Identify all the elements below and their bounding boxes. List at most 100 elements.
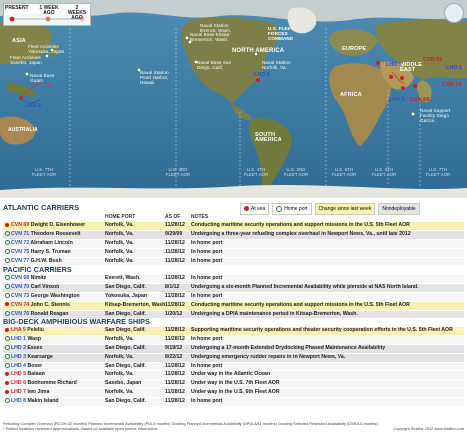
ship-row: LHD 5 Bataan Norfolk, Va. 11/28/12 Under wa… — [3, 371, 464, 381]
ship-cell: LHD 1 Wasp — [11, 336, 101, 344]
ship-cell: CVN 71 Theodore Roosevelt — [11, 231, 101, 239]
as-of-cell: 9/29/09 — [165, 230, 183, 237]
label-4th-fleet: U.S. 4TH FLEET AOR — [243, 167, 269, 177]
notes-cell: Under way in the Atlantic Ocean — [191, 371, 271, 378]
ship-name: Wasp — [27, 335, 42, 342]
label-7th-fleet-east: U.S. 7TH FLEET AOR — [425, 167, 451, 177]
hull-number: LHD 4 — [11, 362, 26, 369]
as-of-cell: 11/28/12 — [165, 380, 185, 387]
notes-cell: In home port — [191, 292, 223, 299]
timeline-present: PRESENT — [5, 5, 29, 11]
as-of-cell: 11/28/12 — [165, 248, 185, 255]
ship-label-lhd1: LHD 1 — [446, 65, 462, 71]
as-of-cell: 9/19/12 — [165, 344, 183, 351]
as-of-cell: 11/28/12 — [165, 239, 185, 246]
as-of-cell: 11/28/12 — [165, 327, 185, 333]
ship-name: Bonhomme Richard — [27, 380, 77, 387]
home-port-cell: San Diego, Calif. — [105, 327, 146, 333]
home-port-cell: Sasebo, Japan — [105, 380, 142, 387]
home-port-cell: San Diego, Calif. — [105, 398, 146, 405]
ship-cell: CVN 70 Carl Vinson — [11, 284, 101, 292]
ship-cell: CVN 68 Nimitz — [11, 275, 101, 283]
notes-cell: In home port — [191, 398, 223, 405]
as-of-cell: 11/28/12 — [165, 301, 185, 308]
as-of-cell: 11/28/12 — [165, 371, 185, 378]
ship-name: John C. Stennis — [30, 301, 70, 308]
ship-row: CVN 69 Dwight D. Eisenhower Norfolk, Va. 1… — [3, 222, 464, 231]
hull-number: LHD 8 — [11, 398, 26, 405]
ship-row: CVN 75 Harry S. Truman Norfolk, Va. 11/28/… — [3, 248, 464, 258]
atlantic-title: ATLANTIC CARRIERS — [3, 203, 80, 212]
ship-row: LHA 5 Peleliu San Diego, Calif. 11/28/12 Su… — [3, 327, 464, 336]
home-port-cell: Norfolk, Va. — [105, 248, 134, 255]
label-7th-fleet-west: U.S. 7TH FLEET AOR — [31, 167, 57, 177]
notes-cell: In home port — [191, 335, 223, 342]
label-fleet-forces: U.S. FLEET FORCES COMMAND — [268, 26, 294, 41]
ship-row: LHD 8 Makin Island San Diego, Calif. 11/28… — [3, 398, 464, 408]
ship-label-cvn65: CVN 65 — [423, 57, 443, 63]
home-port-cell: Yokosuka, Japan — [105, 292, 147, 299]
ship-name: Theodore Roosevelt — [30, 230, 81, 237]
notes-cell: Under way in the U.S. 6th Fleet AOR — [191, 389, 280, 396]
as-of-cell: 8/1/12 — [165, 283, 180, 290]
region-south-america: SOUTH AMERICA — [255, 132, 282, 143]
hull-number: LHD 2 — [11, 344, 26, 351]
ship-name: Nimitz — [30, 275, 47, 281]
atlantic-section: ATLANTIC CARRIERS HOME PORT AS OF NOTES … — [3, 203, 464, 267]
hull-number: CVN 76 — [11, 310, 30, 317]
home-port-cell: Norfolk, Va. — [105, 222, 134, 228]
amphib-section: BIG-DECK AMPHIBIOUS WARFARE SHIPS LHA 5 … — [3, 317, 464, 408]
label-2nd-fleet: U.S. 2ND FLEET AOR — [283, 167, 309, 177]
notes-cell: Undergoing emergency rudder repairs in i… — [191, 353, 346, 360]
ship-name: Kearsarge — [27, 353, 53, 360]
label-sasebo: Fleet Activities Sasebo, Japan — [10, 55, 42, 65]
notes-cell: In home port — [191, 275, 223, 281]
ship-row: CVN 73 George Washington Yokosuka, Japan 1… — [3, 292, 464, 302]
amphib-rows: LHA 5 Peleliu San Diego, Calif. 11/28/12 Su… — [3, 327, 464, 408]
ship-name: Peleliu — [27, 327, 44, 333]
footer-disclaimer: * Plotted locations represent approximat… — [3, 426, 159, 431]
region-africa: AFRICA — [340, 92, 362, 98]
notes-cell: In home port — [191, 362, 223, 369]
ship-row: CVN 74 John C. Stennis Kitsap-Bremerton, … — [3, 301, 464, 311]
label-5th-fleet: U.S. 5TH FLEET AOR — [371, 167, 397, 177]
region-europe: EUROPE — [342, 46, 367, 52]
region-middle-east: MIDDLE EAST — [400, 62, 423, 73]
home-port-cell: Kitsap-Bremerton, Wash. — [105, 301, 165, 308]
ship-row: LHD 1 Wasp Norfolk, Va. 11/28/12 In home po… — [3, 335, 464, 345]
notes-cell: In home port — [191, 239, 223, 246]
header-home-port: HOME PORT — [105, 214, 136, 220]
ship-name: Makin Island — [27, 398, 59, 405]
ship-cell: CVN 73 George Washington — [11, 293, 101, 301]
region-north-america: NORTH AMERICA — [232, 48, 285, 54]
ship-row: LHD 7 Iwo Jima Norfolk, Va. 11/28/12 Under … — [3, 389, 464, 399]
notes-cell: Undergoing a 17-month Extended Drydockin… — [191, 344, 386, 351]
world-map: PRESENT 1 WEEK AGO 2 WEEKS AGO ASIA NORT… — [0, 0, 467, 198]
notes-cell: Conducting maritime security operations … — [191, 301, 410, 308]
hull-number: LHD 7 — [11, 389, 26, 396]
ship-name: G.H.W. Bush — [30, 257, 62, 264]
timeline-two-weeks: 2 WEEKS AGO — [67, 5, 87, 21]
label-guam: Naval Base Guam — [30, 73, 55, 83]
hull-number: CVN 68 — [11, 275, 30, 281]
hull-number: LHD 5 — [11, 371, 26, 378]
ship-cell: CVN 75 Harry S. Truman — [11, 249, 101, 257]
ship-cell: LHD 7 Iwo Jima — [11, 389, 101, 397]
pacific-section: PACIFIC CARRIERS CVN 68 Nimitz Everett, W… — [3, 265, 464, 320]
header-notes: NOTES — [191, 214, 209, 220]
hull-number: LHD 6 — [11, 380, 26, 387]
ship-row: LHD 3 Kearsarge Norfolk, Va. 8/22/12 Underg… — [3, 353, 464, 363]
ship-row: LHD 4 Boxer San Diego, Calif. 11/28/12 In h… — [3, 362, 464, 372]
ship-name: Carl Vinson — [30, 283, 60, 290]
home-port-cell: Norfolk, Va. — [105, 389, 134, 396]
ship-cell: LHD 5 Bataan — [11, 371, 101, 379]
ship-name: Essex — [27, 344, 43, 351]
ship-row: LHD 2 Essex San Diego, Calif. 9/19/12 Under… — [3, 344, 464, 354]
home-port-cell: Norfolk, Va. — [105, 239, 134, 246]
label-yokosuka: Fleet Activities Yokosuka, Japan — [28, 44, 65, 54]
label-6th-fleet: U.S. 6TH FLEET AOR — [331, 167, 357, 177]
home-port-cell: Norfolk, Va. — [105, 371, 134, 378]
label-3rd-fleet: U.S. 3RD FLEET AOR — [165, 167, 191, 177]
hull-number: LHD 3 — [11, 353, 26, 360]
stratfor-logo — [444, 3, 464, 23]
